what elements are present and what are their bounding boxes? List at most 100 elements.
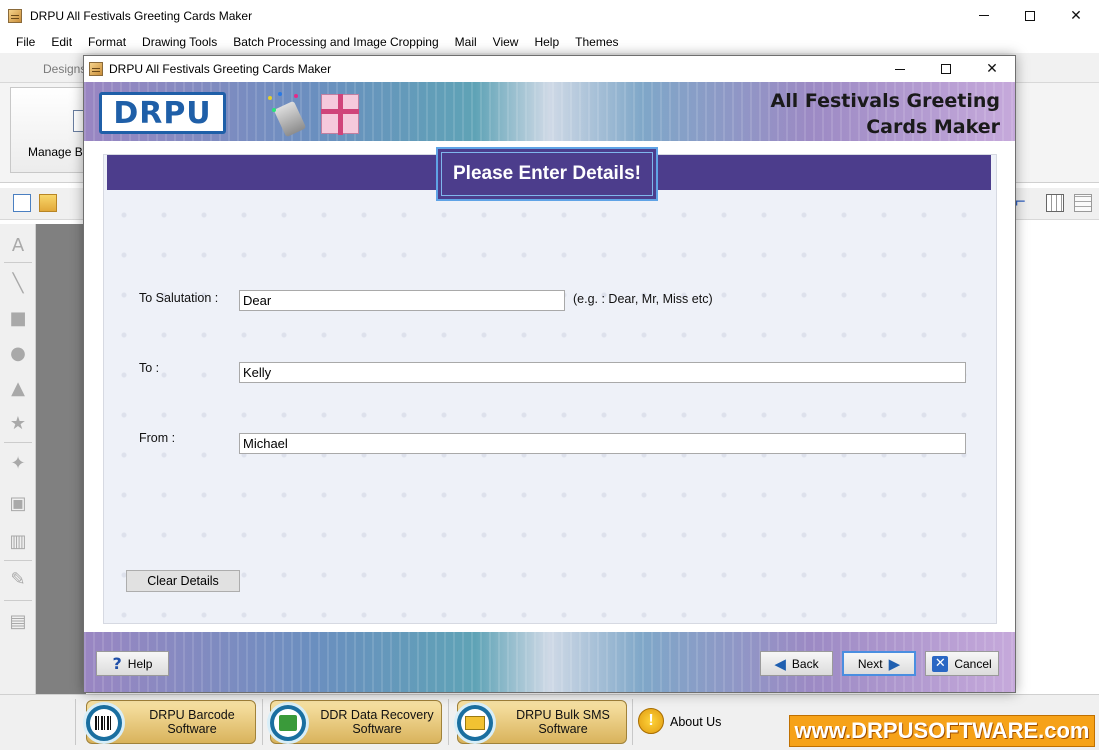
drawing-tools-sidebar: A ╲ ■ ● ▲ ★ ✦ ▣ ▥ ✎ ▤ [0,224,36,694]
help-icon: ? [112,654,122,673]
ribbon-tab-designs[interactable]: Designs [43,62,86,76]
tool-separator [4,600,32,601]
menu-edit[interactable]: Edit [43,31,80,53]
drpu-logo: DRPU [99,92,226,134]
grid-icon[interactable] [1074,194,1092,212]
website-link[interactable]: www.DRPUSOFTWARE.com [789,715,1095,747]
clear-details-button[interactable]: Clear Details [126,570,240,592]
menu-bar: File Edit Format Drawing Tools Batch Pro… [0,31,1099,53]
promo-badge [267,702,309,744]
main-window-title: DRPU All Festivals Greeting Cards Maker [30,8,253,23]
promo-barcode-button[interactable]: DRPU Barcode Software [83,700,256,744]
main-window-controls: ✕ [961,0,1099,31]
next-label: Next [857,656,883,671]
back-label: Back [791,656,819,671]
promo-line1: DRPU Bulk SMS [516,708,610,722]
to-label: To : [139,361,160,375]
main-maximize-button[interactable] [1007,0,1053,31]
dialog-maximize-button[interactable] [923,56,969,82]
tool-separator [4,560,32,561]
confetti [272,108,276,112]
columns-icon[interactable] [1046,194,1064,212]
line-tool-icon[interactable]: ╲ [7,272,29,294]
promo-bulk-sms-button[interactable]: DRPU Bulk SMS Software [454,700,627,744]
back-button[interactable]: ◀ Back [760,651,833,676]
tool-separator [4,442,32,443]
download-icon [279,715,297,731]
salutation-input[interactable] [239,290,565,311]
separator [75,699,76,745]
maximize-icon [941,64,951,74]
confetti [268,96,272,100]
confetti [294,94,298,98]
maximize-icon [1025,10,1035,21]
cancel-label: Cancel [954,656,992,671]
dialog-content [84,141,1015,632]
promo-data-recovery-button[interactable]: DDR Data Recovery Software [267,700,442,744]
confetti [278,92,282,96]
dialog-close-button[interactable]: ✕ [969,56,1015,82]
dialog-footer: ? Help ◀ Back Next ▶ ✕ Cancel [84,632,1015,692]
crop-icon[interactable]: ⌐ [1015,191,1033,211]
menu-batch-processing[interactable]: Batch Processing and Image Cropping [225,31,446,53]
rectangle-tool-icon[interactable]: ■ [7,307,29,329]
promo-line2: Software [167,722,217,736]
close-icon: ✕ [1070,7,1082,24]
barcode-icon [95,716,113,730]
bottom-promo-bar: DRPU Barcode Software DDR Data Recovery … [0,694,1099,750]
star-tool-icon[interactable]: ★ [7,412,29,434]
text-tool-icon[interactable]: A [7,234,29,256]
promo-text: DDR Data Recovery Software [317,708,437,736]
open-folder-icon[interactable] [39,194,57,212]
from-input[interactable] [239,433,966,454]
promo-badge [83,702,125,744]
promo-line2: Software [538,722,588,736]
signature-tool-icon[interactable]: ✎ [7,568,29,590]
arrow-right-icon: ▶ [888,654,901,673]
main-close-button[interactable]: ✕ [1053,0,1099,31]
to-input[interactable] [239,362,966,383]
ellipse-tool-icon[interactable]: ● [7,342,29,364]
cancel-button[interactable]: ✕ Cancel [925,651,999,676]
menu-view[interactable]: View [485,31,527,53]
promo-badge [454,702,496,744]
details-dialog: DRPU All Festivals Greeting Cards Maker … [83,55,1016,693]
triangle-tool-icon[interactable]: ▲ [7,377,29,399]
help-button[interactable]: ? Help [96,651,169,676]
next-button[interactable]: Next ▶ [842,651,916,676]
menu-help[interactable]: Help [526,31,567,53]
party-popper-icon [264,90,308,138]
puzzle-tool-icon[interactable]: ✦ [7,452,29,474]
dialog-title-bar: DRPU All Festivals Greeting Cards Maker … [84,56,1015,82]
menu-mail[interactable]: Mail [447,31,485,53]
tool-separator [4,262,32,263]
header-focus-rect [441,152,653,196]
main-minimize-button[interactable] [961,0,1007,31]
manage-batch-button[interactable]: Manage Ba [10,87,90,173]
gift-box-icon [321,94,359,135]
salutation-hint: (e.g. : Dear, Mr, Miss etc) [573,292,713,306]
menu-themes[interactable]: Themes [567,31,626,53]
library-tool-icon[interactable]: ▥ [7,530,29,552]
info-icon[interactable]: ! [638,708,664,734]
banner-title-line1: All Festivals Greeting [770,90,1000,112]
minimize-icon [895,68,905,70]
logo-text: DRPU [113,95,212,131]
help-label: Help [127,656,153,671]
banner-title: All Festivals Greeting Cards Maker [771,88,1000,140]
separator [448,699,449,745]
watermark-tool-icon[interactable]: ▤ [7,610,29,632]
details-panel [103,154,997,624]
promo-text: DRPU Bulk SMS Software [504,708,622,736]
arrow-left-icon: ◀ [774,654,786,673]
menu-drawing-tools[interactable]: Drawing Tools [134,31,225,53]
menu-format[interactable]: Format [80,31,134,53]
image-tool-icon[interactable]: ▣ [7,492,29,514]
about-us-link[interactable]: About Us [670,715,721,729]
please-enter-details-header: Please Enter Details! [436,147,658,201]
app-icon [89,62,103,76]
banner-title-line2: Cards Maker [866,116,1000,138]
dialog-minimize-button[interactable] [877,56,923,82]
menu-file[interactable]: File [8,31,43,53]
new-file-icon[interactable] [13,194,31,212]
